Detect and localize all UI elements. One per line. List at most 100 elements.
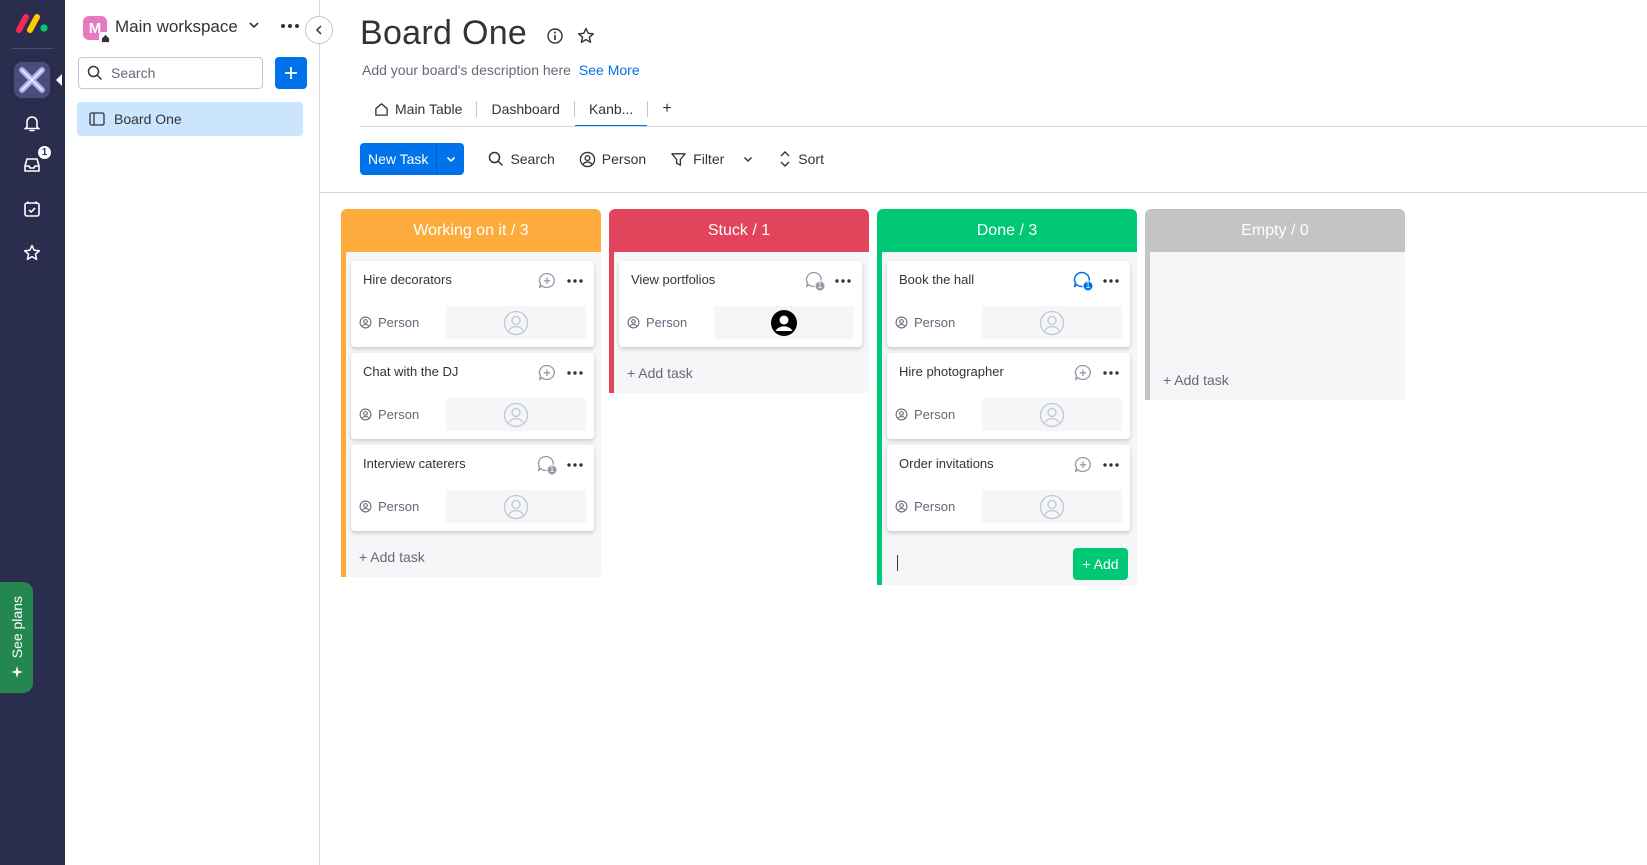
kanban-card[interactable]: View portfolios 1 Person [619,261,862,347]
column-body: Book the hall 1 Person Hire photographer… [877,252,1137,585]
column-header[interactable]: Stuck / 1 [609,209,869,252]
tab-main-table[interactable]: Main Table [360,92,476,126]
board-main: Board One Add your board's description h… [320,0,1647,865]
tab-kanban[interactable]: Kanb... [574,92,648,127]
sidebar-item-board-one[interactable]: Board One [77,102,303,136]
board-toolbar: New Task Search Person Filter Sort [360,143,824,175]
person-cell[interactable] [446,306,586,339]
sort-button[interactable]: Sort [778,150,824,168]
kanban-card[interactable]: Book the hall 1 Person [887,261,1130,347]
person-label-text: Person [378,499,420,514]
workspace-name[interactable]: Main workspace [115,17,238,37]
card-person-label: Person [895,315,955,330]
page-title[interactable]: Board One [360,14,527,53]
card-title[interactable]: Book the hall [899,272,974,287]
sparkle-icon [10,665,23,678]
add-update-icon[interactable] [536,362,558,384]
kanban-card[interactable]: Order invitations Person [887,445,1130,531]
updates-count: 1 [817,281,823,290]
column-header[interactable]: Empty / 0 [1145,209,1405,252]
bell-icon[interactable] [21,112,43,134]
card-person-label: Person [359,499,419,514]
person-cell[interactable] [982,306,1122,339]
new-task-label[interactable]: New Task [360,143,436,175]
favorite-star-icon[interactable] [576,26,596,51]
updates-count-icon[interactable]: 1 [536,454,558,476]
column-body: + Add task [1145,252,1405,400]
add-view-button[interactable]: + [648,92,685,126]
search-tool-button[interactable]: Search [488,151,555,167]
kanban-card[interactable]: Hire decorators Person [351,261,594,347]
add-task-submit-button[interactable]: + Add [1073,548,1128,580]
see-more-link[interactable]: See More [579,62,640,78]
board-description-text[interactable]: Add your board's description here [362,62,571,78]
empty-avatar-icon [503,402,529,427]
work-management-icon [19,67,45,93]
kanban-card[interactable]: Chat with the DJ Person [351,353,594,439]
collapse-sidebar-button[interactable] [305,16,333,44]
add-item-button[interactable] [275,57,307,89]
card-title[interactable]: Hire decorators [363,272,452,287]
monday-logo[interactable] [15,12,49,34]
column-header[interactable]: Done / 3 [877,209,1137,252]
search-icon [87,65,103,81]
workspace-more-icon[interactable] [277,14,303,38]
empty-avatar-icon [1039,402,1065,427]
workspace-avatar[interactable]: M [83,16,111,44]
new-task-input[interactable]: + Add [887,537,1130,580]
work-management-app-button[interactable] [14,62,62,98]
card-more-icon[interactable] [564,362,586,384]
updates-count-icon[interactable]: 1 [1072,270,1094,292]
card-more-icon[interactable] [1100,270,1122,292]
add-task-button[interactable]: + Add task [619,353,862,385]
person-label-text: Person [914,499,956,514]
person-label-text: Person [378,315,420,330]
card-person-label: Person [627,315,687,330]
person-icon [895,500,908,513]
card-more-icon[interactable] [1100,362,1122,384]
home-icon [99,32,111,44]
card-title[interactable]: Chat with the DJ [363,364,458,379]
chevron-down-icon[interactable] [247,18,261,37]
card-more-icon[interactable] [1100,454,1122,476]
tab-dashboard[interactable]: Dashboard [477,92,574,126]
filter-button[interactable]: Filter [670,151,754,168]
add-update-icon[interactable] [1072,362,1094,384]
updates-count-icon[interactable]: 1 [804,270,826,292]
card-more-icon[interactable] [564,454,586,476]
card-more-icon[interactable] [832,270,854,292]
card-more-icon[interactable] [564,270,586,292]
column-header[interactable]: Working on it / 3 [341,209,601,252]
kanban-card[interactable]: Hire photographer Person [887,353,1130,439]
new-task-dropdown[interactable] [436,143,464,175]
my-work-icon[interactable] [21,198,43,220]
star-icon[interactable] [21,242,43,264]
workspace-search-input[interactable]: Search [78,57,263,89]
add-update-icon[interactable] [1072,454,1094,476]
new-task-button[interactable]: New Task [360,143,465,175]
column-body: View portfolios 1 Person + Add task [609,252,869,393]
person-filter-button[interactable]: Person [579,151,646,168]
chevron-down-icon [446,156,456,163]
search-icon [489,151,504,167]
person-cell[interactable] [982,490,1122,523]
tab-label: Main Table [395,101,463,117]
tab-label: Dashboard [491,101,560,117]
person-cell[interactable] [982,398,1122,431]
add-task-button[interactable]: + Add task [351,537,594,569]
person-cell[interactable] [446,490,586,523]
person-cell[interactable] [714,306,854,339]
kanban-card[interactable]: Interview caterers 1 Person [351,445,594,531]
user-avatar-icon [771,309,797,336]
card-title[interactable]: Order invitations [899,456,994,471]
person-cell[interactable] [446,398,586,431]
rail-divider [12,48,53,49]
chevron-left-icon [315,25,322,35]
card-title[interactable]: View portfolios [631,272,715,287]
add-task-button[interactable]: + Add task [1155,366,1398,392]
card-title[interactable]: Interview caterers [363,456,466,471]
see-plans-button[interactable]: See plans [0,582,33,693]
card-title[interactable]: Hire photographer [899,364,1004,379]
add-update-icon[interactable] [536,270,558,292]
info-icon[interactable] [546,27,564,50]
